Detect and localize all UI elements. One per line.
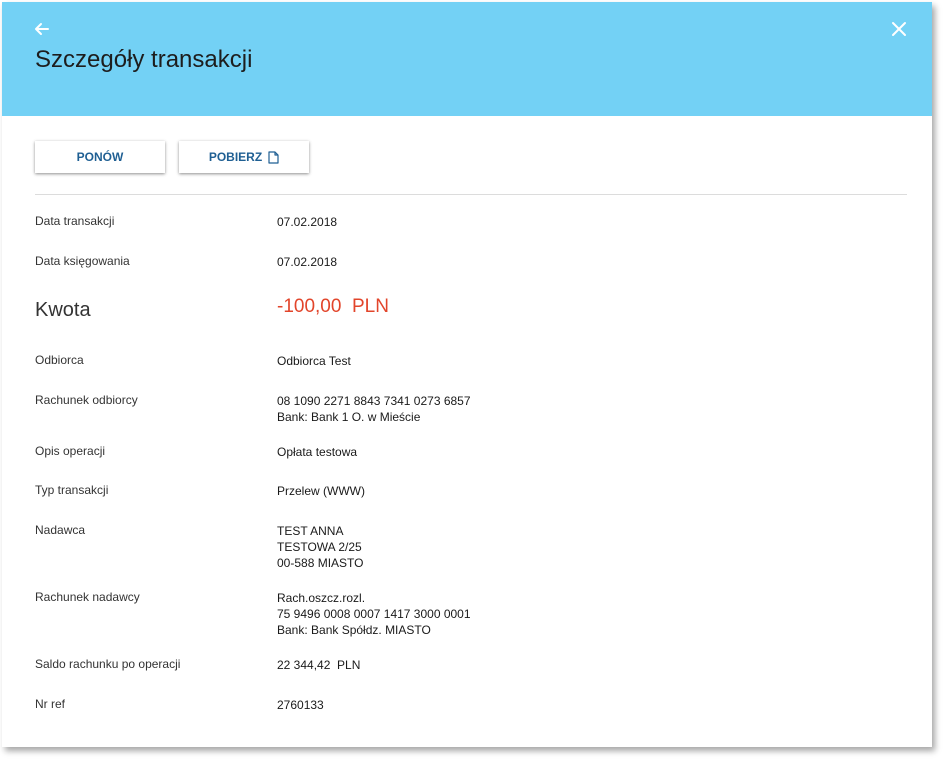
reference-label: Nr ref [35,697,65,711]
balance-after-value: 22 344,42 PLN [277,658,361,672]
sender-city: 00-588 MIASTO [277,556,364,570]
recipient-account-label: Rachunek odbiorcy [35,393,138,407]
recipient-account-number: 08 1090 2271 8843 7341 0273 6857 [277,394,471,408]
recipient-value: Odbiorca Test [277,354,351,368]
sender-account-type: Rach.oszcz.rozl. [277,591,366,605]
sender-label: Nadawca [35,523,86,537]
booking-date-value: 07.02.2018 [277,255,338,269]
transaction-type-value: Przelew (WWW) [277,484,365,498]
header-bar: Szczegóły transakcji [2,2,932,116]
transaction-type-label: Typ transakcji [35,483,109,497]
sender-value: TEST ANNA TESTOWA 2/25 00-588 MIASTO [277,523,363,571]
transaction-date-value: 07.02.2018 [277,215,338,229]
repeat-button[interactable]: PONÓW [35,141,165,173]
sender-account-number: 75 9496 0008 0007 1417 3000 0001 [277,607,471,621]
sender-account-value: Rach.oszcz.rozl. 75 9496 0008 0007 1417 … [277,590,471,638]
balance-after-label: Saldo rachunku po operacji [35,657,181,671]
description-label: Opis operacji [35,444,106,458]
download-button-label: POBIERZ [208,150,263,164]
sender-name: TEST ANNA [277,524,344,538]
amount-label: Kwota [35,299,91,321]
repeat-button-label: PONÓW [76,150,124,164]
close-icon[interactable] [889,19,909,39]
sender-street: TESTOWA 2/25 [277,540,362,554]
transaction-date-label: Data transakcji [35,214,115,228]
recipient-account-value: 08 1090 2271 8843 7341 0273 6857 Bank: B… [277,393,471,425]
download-button[interactable]: POBIERZ [179,141,309,173]
recipient-bank: Bank: Bank 1 O. w Mieście [277,410,421,424]
description-value: Opłata testowa [277,445,358,459]
page-title: Szczegóły transakcji [35,46,253,73]
transaction-details-panel: Szczegóły transakcji PONÓW POBIERZ Data … [2,2,932,747]
sender-account-label: Rachunek nadawcy [35,590,140,604]
arrow-left-icon[interactable] [32,19,52,39]
document-icon [268,150,279,164]
amount-value: -100,00 PLN [277,296,389,317]
sender-bank: Bank: Bank Spółdz. MIASTO [277,623,431,637]
recipient-label: Odbiorca [35,353,84,367]
booking-date-label: Data księgowania [35,254,130,268]
reference-value: 2760133 [277,698,324,712]
divider [35,194,907,195]
